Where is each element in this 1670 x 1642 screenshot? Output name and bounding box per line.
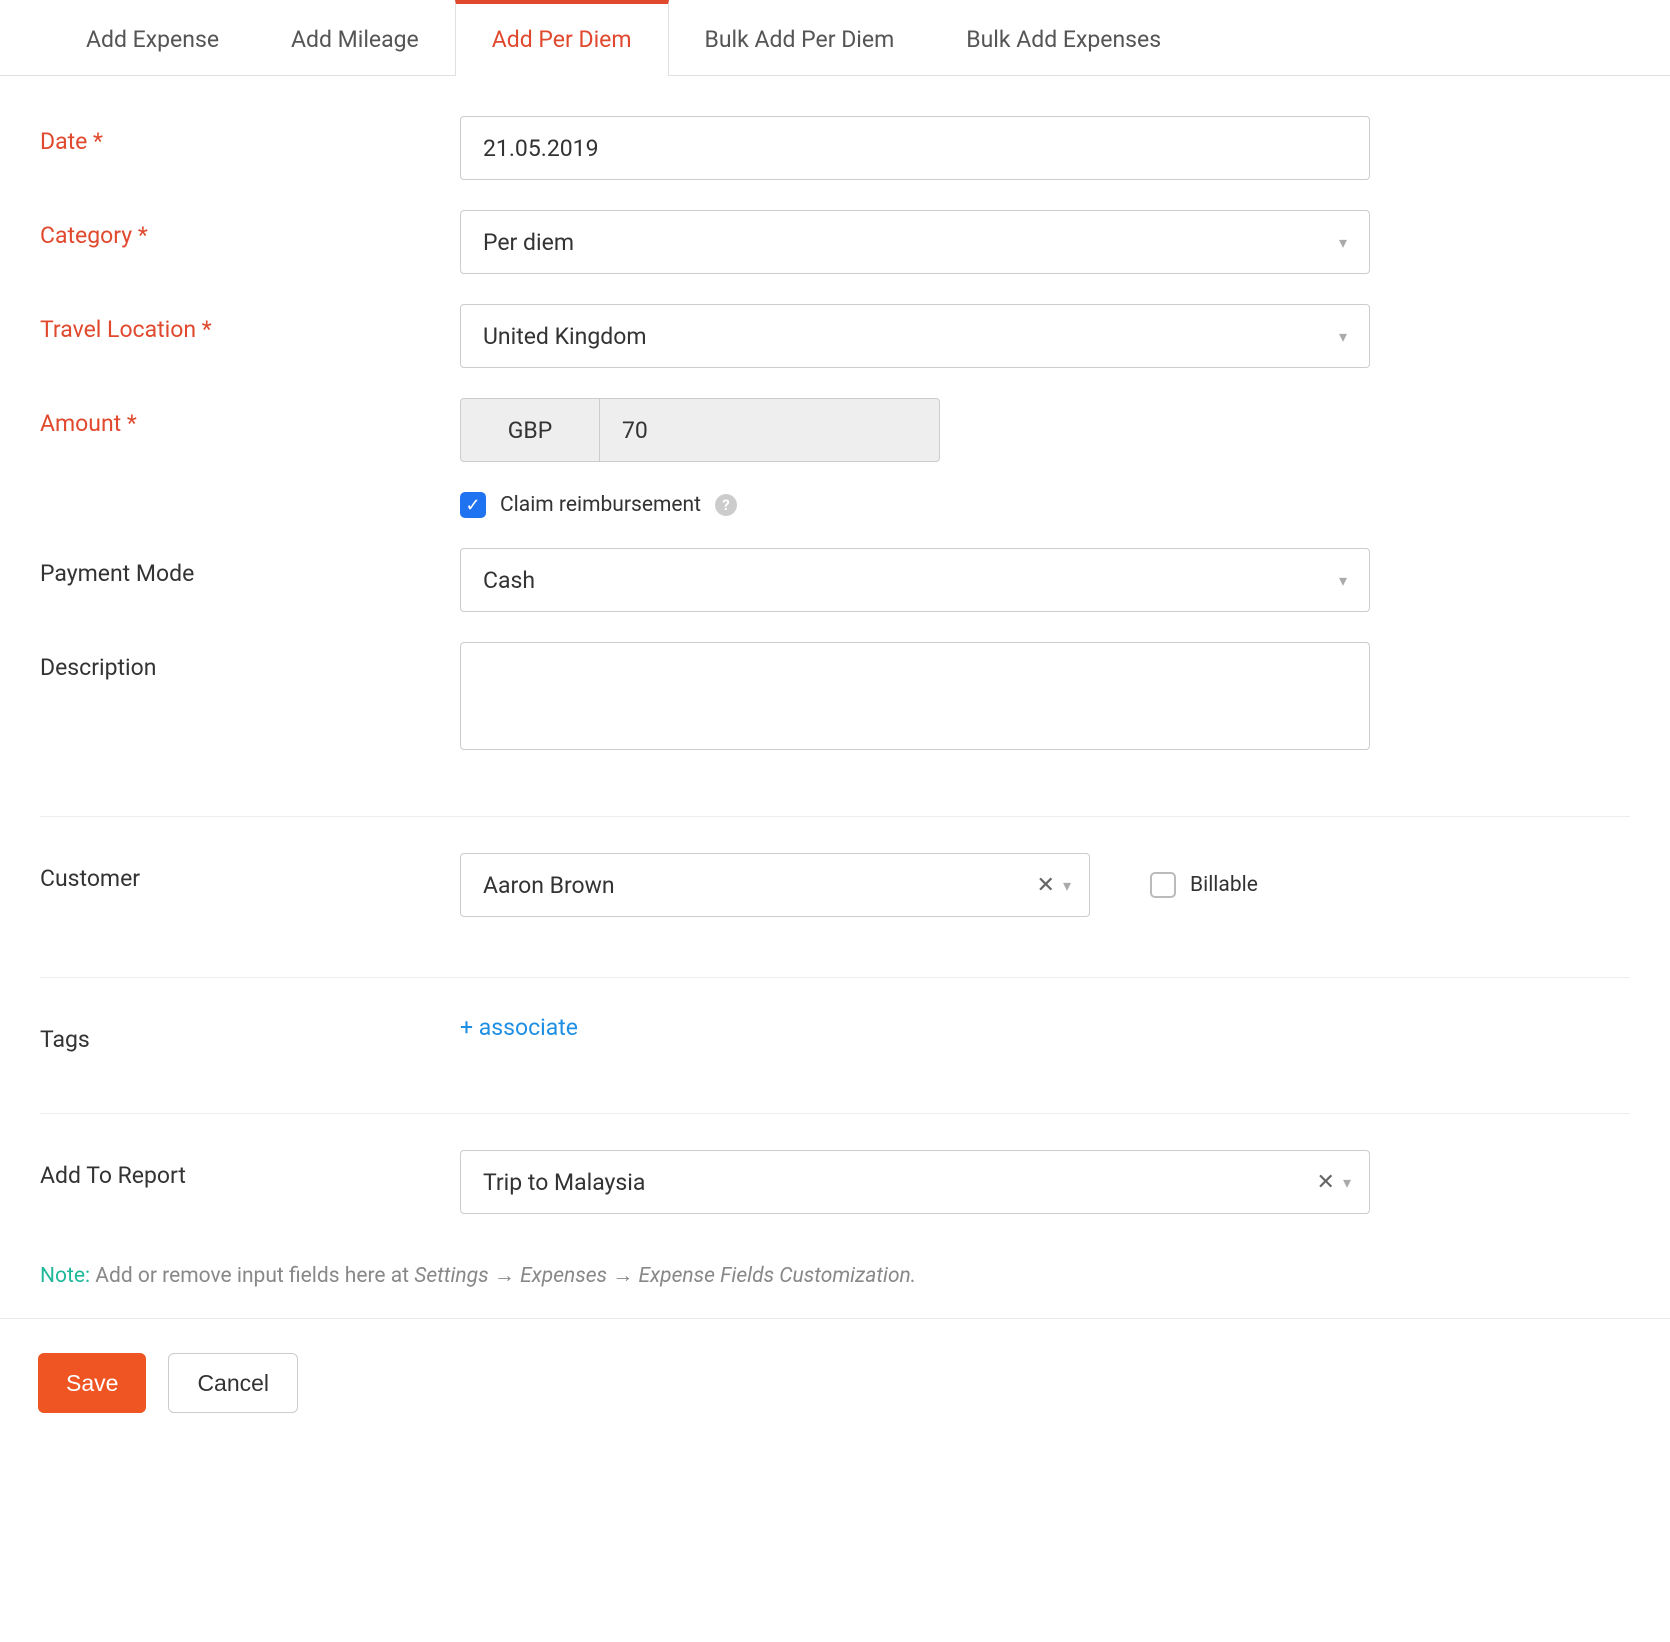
travel-location-select[interactable]: United Kingdom ▾ <box>460 304 1370 368</box>
customer-value: Aaron Brown <box>483 872 615 899</box>
customer-section: Customer Aaron Brown ✕ ▾ Billable <box>0 853 1670 967</box>
date-value: 21.05.2019 <box>483 135 599 162</box>
spacer <box>40 492 460 504</box>
amount-label: Amount <box>40 398 460 437</box>
divider <box>40 977 1630 978</box>
amount-currency: GBP <box>460 398 600 462</box>
category-select[interactable]: Per diem ▾ <box>460 210 1370 274</box>
note-path-expenses: Expenses <box>520 1264 607 1288</box>
tags-section: Tags + associate <box>0 1014 1670 1103</box>
divider <box>40 816 1630 817</box>
tab-bulk-add-expenses[interactable]: Bulk Add Expenses <box>930 0 1197 75</box>
date-input[interactable]: 21.05.2019 <box>460 116 1370 180</box>
payment-mode-value: Cash <box>483 567 535 594</box>
amount-input[interactable]: 70 <box>600 398 940 462</box>
claim-reimbursement-checkbox[interactable]: ✓ <box>460 492 486 518</box>
chevron-down-icon: ▾ <box>1343 1173 1351 1192</box>
chevron-down-icon: ▾ <box>1339 571 1347 590</box>
tab-add-expense[interactable]: Add Expense <box>50 0 255 75</box>
chevron-down-icon: ▾ <box>1339 233 1347 252</box>
tab-add-mileage[interactable]: Add Mileage <box>255 0 455 75</box>
add-to-report-label: Add To Report <box>40 1150 460 1189</box>
tab-add-per-diem[interactable]: Add Per Diem <box>455 0 669 76</box>
travel-location-value: United Kingdom <box>483 323 647 350</box>
date-label: Date <box>40 116 460 155</box>
report-select[interactable]: Trip to Malaysia ✕ ▾ <box>460 1150 1370 1214</box>
chevron-down-icon: ▾ <box>1339 327 1347 346</box>
tabs-bar: Add Expense Add Mileage Add Per Diem Bul… <box>0 0 1670 76</box>
customer-label: Customer <box>40 853 460 892</box>
help-icon[interactable]: ? <box>715 494 737 516</box>
customer-select[interactable]: Aaron Brown ✕ ▾ <box>460 853 1090 917</box>
tab-bulk-add-per-diem[interactable]: Bulk Add Per Diem <box>669 0 931 75</box>
note-path-settings: Settings <box>414 1264 488 1288</box>
divider <box>40 1113 1630 1114</box>
form: Date 21.05.2019 Category Per diem ▾ Trav… <box>0 76 1670 806</box>
note-line: Note: Add or remove input fields here at… <box>0 1264 1670 1318</box>
payment-mode-label: Payment Mode <box>40 548 460 587</box>
description-input[interactable] <box>460 642 1370 750</box>
note-label: Note: <box>40 1264 90 1288</box>
billable-label: Billable <box>1190 873 1258 897</box>
report-section: Add To Report Trip to Malaysia ✕ ▾ <box>0 1150 1670 1264</box>
billable-checkbox[interactable] <box>1150 872 1176 898</box>
arrow-icon: → <box>607 1264 638 1288</box>
save-button[interactable]: Save <box>38 1353 146 1413</box>
tags-label: Tags <box>40 1014 460 1053</box>
category-value: Per diem <box>483 229 574 256</box>
arrow-icon: → <box>489 1264 520 1288</box>
payment-mode-select[interactable]: Cash ▾ <box>460 548 1370 612</box>
report-value: Trip to Malaysia <box>483 1169 645 1196</box>
clear-icon[interactable]: ✕ <box>1037 873 1055 898</box>
note-path-customization: Expense Fields Customization. <box>638 1264 916 1288</box>
clear-icon[interactable]: ✕ <box>1317 1170 1335 1195</box>
chevron-down-icon: ▾ <box>1063 876 1071 895</box>
cancel-button[interactable]: Cancel <box>168 1353 298 1413</box>
claim-reimbursement-label: Claim reimbursement <box>500 493 701 517</box>
note-text: Add or remove input fields here at <box>90 1264 414 1288</box>
associate-link[interactable]: + associate <box>460 1014 578 1041</box>
travel-location-label: Travel Location <box>40 304 460 343</box>
description-label: Description <box>40 642 460 681</box>
footer: Save Cancel <box>0 1318 1670 1447</box>
plus-icon: + <box>460 1014 479 1041</box>
category-label: Category <box>40 210 460 249</box>
